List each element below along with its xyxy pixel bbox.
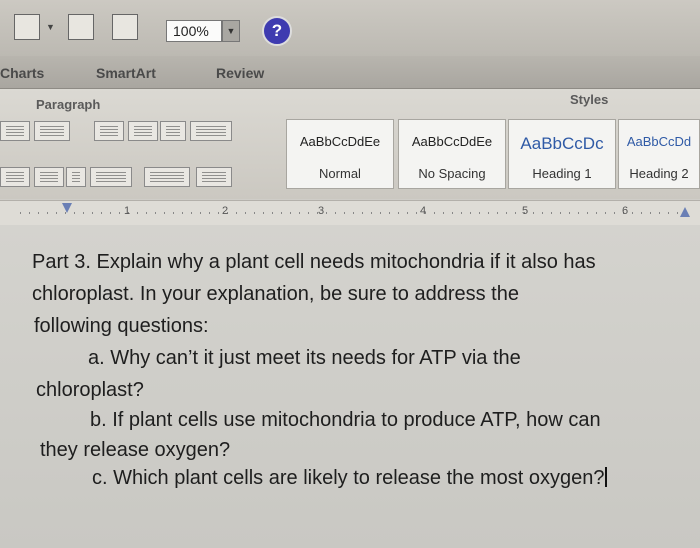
- ribbon-panel: Paragraph Styles AaBbCcDdEe Normal AaBbC…: [0, 89, 700, 199]
- ruler-number: 6: [622, 205, 629, 217]
- style-sample: AaBbCcDd: [626, 134, 692, 149]
- style-sample: AaBbCcDdEe: [411, 134, 493, 149]
- align-center-button[interactable]: [34, 167, 64, 187]
- ruler-number: 3: [318, 205, 325, 217]
- zoom-field[interactable]: 100%: [166, 20, 222, 42]
- columns-button[interactable]: [190, 121, 232, 141]
- style-name: Normal: [319, 166, 361, 181]
- text-cursor: [605, 467, 608, 487]
- tab-charts[interactable]: Charts: [0, 65, 44, 81]
- style-no-spacing[interactable]: AaBbCcDdEe No Spacing: [398, 119, 506, 189]
- zoom-dropdown-button[interactable]: ▼: [222, 20, 240, 42]
- ruler-number: 4: [420, 205, 427, 217]
- style-normal[interactable]: AaBbCcDdEe Normal: [286, 119, 394, 189]
- style-heading-1[interactable]: AaBbCcDc Heading 1: [508, 119, 616, 189]
- ruler-number: 1: [124, 205, 131, 217]
- style-name: No Spacing: [418, 166, 486, 181]
- document-page[interactable]: Part 3. Explain why a plant cell needs m…: [0, 225, 700, 548]
- tab-smartart[interactable]: SmartArt: [96, 65, 156, 81]
- sort-button[interactable]: [196, 167, 232, 187]
- doc-line: c. Which plant cells are likely to relea…: [92, 467, 605, 489]
- doc-line: Part 3. Explain why a plant cell needs m…: [32, 251, 596, 273]
- doc-last-line: c. Which plant cells are likely to relea…: [92, 467, 608, 490]
- tab-review[interactable]: Review: [216, 65, 264, 81]
- media-browser-icon[interactable]: [112, 14, 138, 40]
- chevron-down-icon[interactable]: ▼: [46, 22, 55, 32]
- ruler-number: 2: [222, 205, 229, 217]
- bullets-button[interactable]: [0, 121, 30, 141]
- doc-line: following questions:: [34, 315, 209, 337]
- style-heading-2[interactable]: AaBbCcDd Heading 2: [618, 119, 700, 189]
- decrease-indent-button[interactable]: [94, 121, 124, 141]
- horizontal-ruler[interactable]: 1 2 3 4 5 6: [0, 200, 700, 226]
- ruler-number: 5: [522, 205, 529, 217]
- standard-toolbar: ▼ 100% ▼ ?: [0, 0, 700, 56]
- ribbon-tab-bar: Charts SmartArt Review: [0, 56, 700, 89]
- align-right-button[interactable]: [66, 167, 86, 187]
- numbering-button[interactable]: [34, 121, 70, 141]
- ruler-ticks: [20, 212, 680, 214]
- increase-indent-button[interactable]: [128, 121, 158, 141]
- style-sample: AaBbCcDdEe: [299, 134, 381, 149]
- indent-button[interactable]: [160, 121, 186, 141]
- line-spacing-button[interactable]: [90, 167, 132, 187]
- shading-button[interactable]: [144, 167, 190, 187]
- style-sample: AaBbCcDc: [520, 134, 604, 153]
- table-icon[interactable]: [68, 14, 94, 40]
- doc-line: chloroplast. In your explanation, be sur…: [32, 283, 519, 305]
- paragraph-group-label: Paragraph: [36, 97, 101, 112]
- doc-line: they release oxygen?: [40, 439, 231, 461]
- doc-line: b. If plant cells use mitochondria to pr…: [90, 409, 601, 431]
- doc-line: a. Why can’t it just meet its needs for …: [88, 347, 521, 369]
- right-indent-marker[interactable]: [680, 207, 690, 217]
- style-name: Heading 1: [532, 166, 592, 181]
- style-name: Heading 2: [629, 166, 689, 181]
- help-button[interactable]: ?: [262, 16, 292, 46]
- sidebar-toggle-icon[interactable]: [14, 14, 40, 40]
- align-left-button[interactable]: [0, 167, 30, 187]
- styles-group-label: Styles: [570, 92, 609, 107]
- doc-line: chloroplast?: [36, 379, 144, 401]
